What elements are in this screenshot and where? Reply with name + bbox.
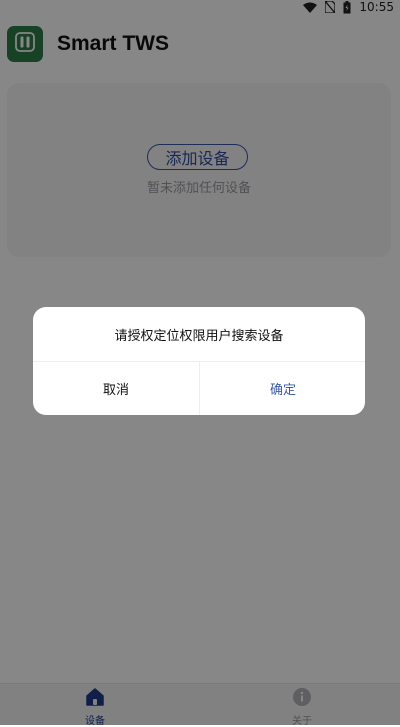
cancel-button[interactable]: 取消 — [33, 362, 199, 415]
confirm-button[interactable]: 确定 — [200, 362, 365, 415]
permission-dialog: 请授权定位权限用户搜索设备 取消 确定 — [33, 307, 365, 415]
dialog-message: 请授权定位权限用户搜索设备 — [114, 329, 284, 344]
